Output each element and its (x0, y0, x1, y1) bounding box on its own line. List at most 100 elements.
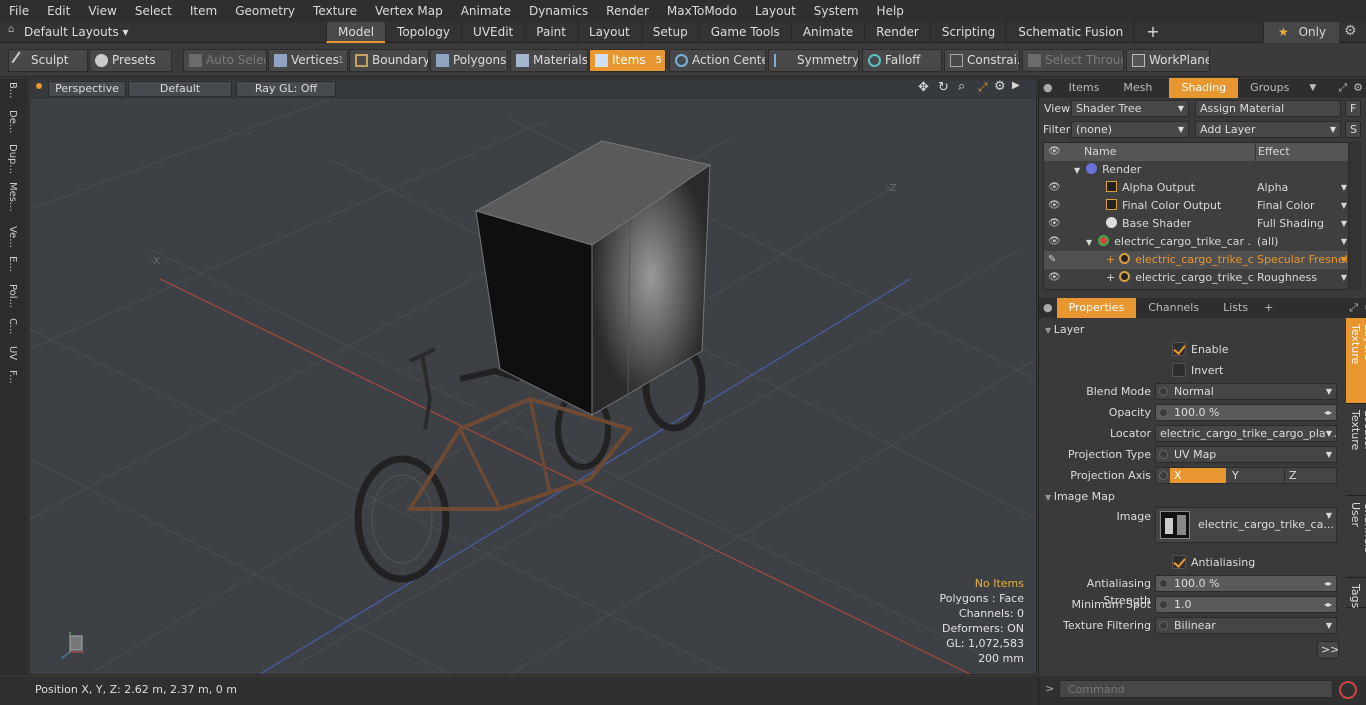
tab-scripting[interactable]: Scripting (929, 22, 1006, 43)
menu-file[interactable]: File (0, 0, 38, 22)
side-tab-texture-layers[interactable]: Texture Layers (1346, 318, 1366, 404)
menu-geometry[interactable]: Geometry (226, 0, 304, 22)
home-icon[interactable]: ⌂ (8, 24, 14, 35)
items-button[interactable]: Items 5 (589, 49, 666, 72)
move-view-icon[interactable]: ✥ (918, 80, 929, 95)
tab-channels[interactable]: Channels (1136, 298, 1211, 318)
menu-view[interactable]: View (79, 0, 125, 22)
tree-row-selected[interactable]: ✎ + electric_cargo_trike_c... Specular Fr… (1044, 251, 1348, 269)
left-tab-curve[interactable]: C... (0, 314, 25, 342)
expand-icon[interactable]: + (1106, 253, 1115, 266)
antialiasing-checkbox[interactable] (1172, 555, 1186, 569)
side-tab-tags[interactable]: Tags (1346, 578, 1366, 608)
materials-button[interactable]: Materials (510, 49, 588, 72)
tab-layout[interactable]: Layout (576, 22, 641, 43)
tab-setup[interactable]: Setup (640, 22, 699, 43)
select-through-button[interactable]: Select Through (1022, 49, 1124, 72)
invert-checkbox[interactable] (1172, 363, 1186, 377)
boundary-button[interactable]: Boundary (349, 49, 429, 72)
tree-scrollbar[interactable] (1349, 142, 1361, 290)
tree-row[interactable]: 👁 Final Color Output Final Color ▼ (1044, 197, 1348, 215)
side-tab-user-channels[interactable]: User Channels (1346, 496, 1366, 578)
panel-expand-icon[interactable]: ⤢ (1336, 78, 1349, 98)
s-button[interactable]: S (1345, 121, 1361, 138)
more-button[interactable]: >> (1317, 641, 1339, 659)
tab-uvedit[interactable]: UVEdit (461, 22, 524, 43)
tree-row[interactable]: ▼ Render (1044, 161, 1348, 179)
collapse-icon[interactable]: ▼ (1086, 238, 1092, 247)
panel-expand-icon[interactable]: ⤢ (1347, 298, 1360, 318)
menu-texture[interactable]: Texture (304, 0, 366, 22)
add-tab-icon[interactable]: + (1260, 298, 1277, 318)
tab-schematic-fusion[interactable]: Schematic Fusion (1006, 22, 1134, 43)
menu-system[interactable]: System (805, 0, 868, 22)
viewport-gear-icon[interactable]: ⚙ (994, 79, 1006, 94)
menu-layout[interactable]: Layout (746, 0, 805, 22)
view-dropdown[interactable]: Shader Tree ▼ (1071, 100, 1189, 117)
3d-viewport[interactable]: Perspective Default Ray GL: Off ✥ ↻ ⌕ ⤢ … (29, 78, 1037, 675)
panel-gear-icon[interactable]: ⚙ (1360, 298, 1366, 318)
projection-type-dropdown[interactable]: UV Map ▼ (1155, 446, 1337, 463)
tab-animate[interactable]: Animate (790, 22, 864, 43)
visibility-eye-icon[interactable]: 👁 (1048, 269, 1062, 287)
texture-filtering-dropdown[interactable]: Bilinear ▼ (1155, 617, 1337, 634)
left-tab-mesh-edit[interactable]: Mes... (0, 178, 25, 222)
image-dropdown[interactable]: electric_cargo_trike_ca... ▼ (1155, 507, 1337, 543)
tab-items[interactable]: Items (1057, 78, 1112, 98)
menu-help[interactable]: Help (868, 0, 913, 22)
side-tab-texture-locator[interactable]: Texture Locator (1346, 404, 1366, 496)
tab-model[interactable]: Model (326, 22, 386, 43)
left-tab-edge[interactable]: E... (0, 252, 25, 280)
left-tab-polygon[interactable]: Pol... (0, 280, 25, 314)
polygons-button[interactable]: Polygons (430, 49, 508, 72)
min-spot-slider[interactable]: 1.0 ◂▸ (1155, 596, 1337, 613)
panel-gear-icon[interactable]: ⚙ (1349, 78, 1366, 98)
visibility-eye-icon[interactable]: 👁 (1048, 215, 1062, 233)
gear-icon[interactable]: ⚙ (1344, 23, 1357, 39)
opacity-slider[interactable]: 100.0 % ◂▸ (1155, 404, 1337, 421)
falloff-button[interactable]: Falloff (862, 49, 942, 72)
menu-animate[interactable]: Animate (452, 0, 520, 22)
menu-edit[interactable]: Edit (38, 0, 79, 22)
menu-vertex-map[interactable]: Vertex Map (366, 0, 452, 22)
left-tab-vertex[interactable]: Ve... (0, 222, 25, 252)
left-tab-fusion[interactable]: F... (0, 366, 25, 396)
tabs-dropdown-icon[interactable]: ▼ (1301, 78, 1324, 98)
expand-icon[interactable]: + (1106, 271, 1115, 284)
shading-style-button[interactable]: Default (128, 81, 232, 97)
tree-row[interactable]: 👁 Alpha Output Alpha ▼ (1044, 179, 1348, 197)
tab-paint[interactable]: Paint (524, 22, 577, 43)
enable-checkbox[interactable] (1172, 342, 1186, 356)
tree-row[interactable]: 👁 Base Shader Full Shading ▼ (1044, 215, 1348, 233)
image-map-section-header[interactable]: ▼ Image Map (1045, 490, 1115, 503)
record-icon[interactable] (1339, 681, 1357, 699)
left-tab-deform[interactable]: De... (0, 106, 25, 140)
menu-dynamics[interactable]: Dynamics (520, 0, 597, 22)
vertices-button[interactable]: Vertices 1 (268, 49, 348, 72)
layer-section-header[interactable]: ▼ Layer (1045, 323, 1084, 336)
tree-row[interactable]: 👁 ▼ electric_cargo_trike_car ... (all) ▼ (1044, 233, 1348, 251)
axis-z-button[interactable]: Z (1284, 468, 1336, 483)
menu-item[interactable]: Item (181, 0, 226, 22)
f-button[interactable]: F (1345, 100, 1361, 117)
sculpt-button[interactable]: Sculpt (8, 49, 88, 72)
collapse-icon[interactable]: ▼ (1074, 166, 1080, 175)
left-tab-duplicate[interactable]: Dup... (0, 140, 25, 178)
left-tab-basic[interactable]: B... (0, 78, 25, 106)
command-input[interactable] (1059, 680, 1333, 698)
blend-mode-dropdown[interactable]: Normal ▼ (1155, 383, 1337, 400)
left-tab-uv[interactable]: UV (0, 342, 25, 366)
tab-shading[interactable]: Shading (1169, 78, 1239, 98)
zoom-view-icon[interactable]: ⌕ (958, 79, 965, 94)
raygl-button[interactable]: Ray GL: Off (236, 81, 336, 97)
viewport-more-icon[interactable]: ▶ (1012, 80, 1020, 91)
rotate-view-icon[interactable]: ↻ (938, 80, 949, 95)
tree-row[interactable]: 👁 + electric_cargo_trike_c... Roughness ▼ (1044, 269, 1348, 287)
add-layer-dropdown[interactable]: Add Layer ▼ (1195, 121, 1341, 138)
add-tab-icon[interactable]: + (1134, 22, 1170, 43)
visibility-eye-icon[interactable]: 👁 (1048, 179, 1062, 197)
maximize-view-icon[interactable]: ⤢ (978, 80, 988, 95)
visibility-eye-icon[interactable]: 👁 (1048, 233, 1062, 251)
tab-properties[interactable]: Properties (1056, 298, 1137, 318)
tab-mesh[interactable]: Mesh ... (1111, 78, 1169, 114)
